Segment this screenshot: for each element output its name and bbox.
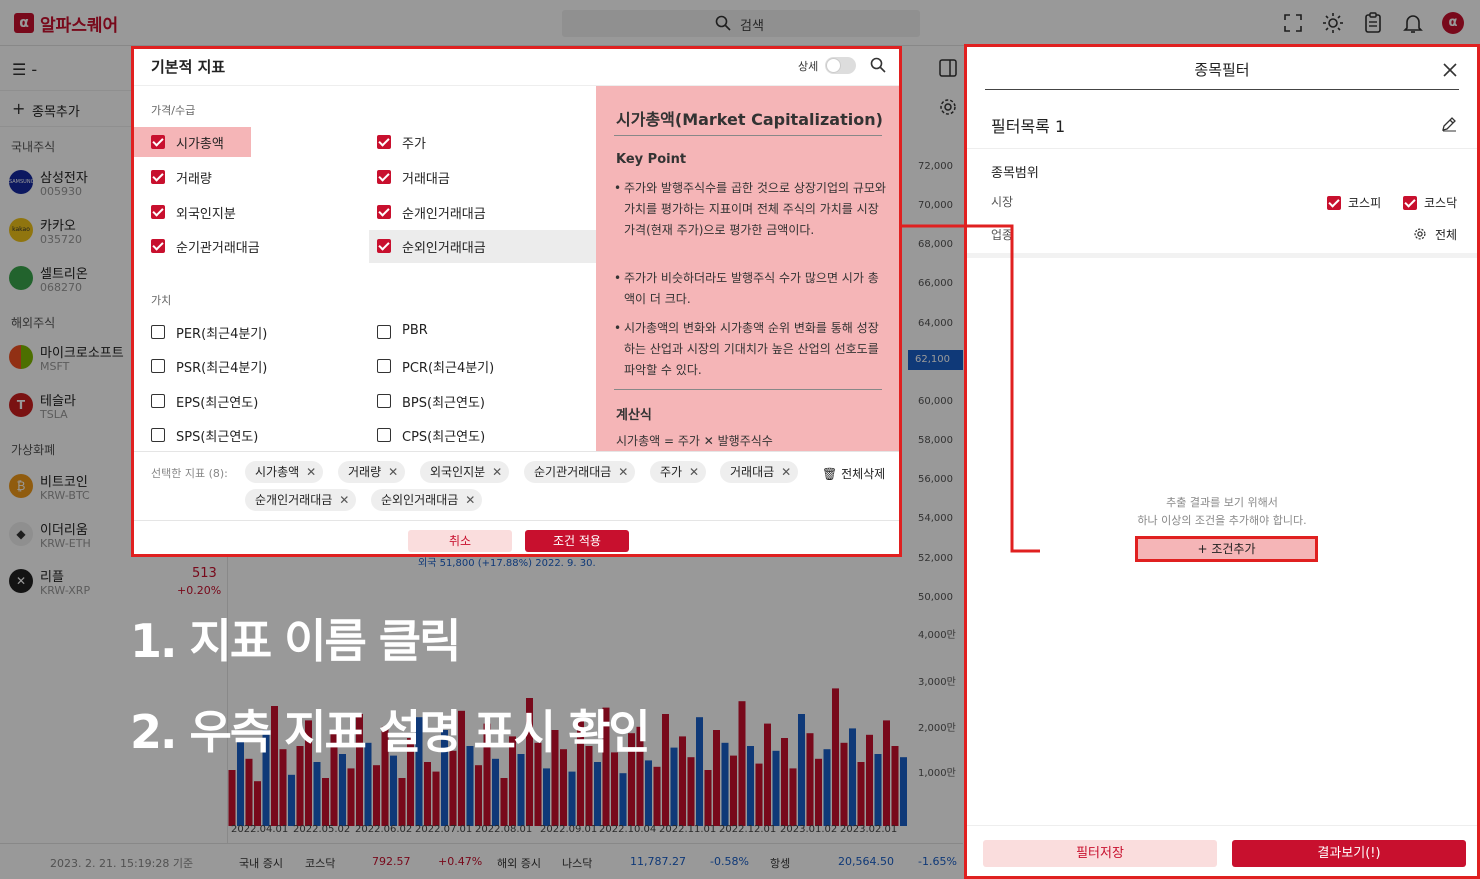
apply-button[interactable]: 조건 적용 [525, 530, 629, 552]
close-icon: ✕ [306, 465, 317, 479]
checkbox[interactable] [377, 394, 391, 408]
market-label: 시장 [991, 195, 1014, 209]
modal-title: 기본적 지표 [151, 58, 226, 76]
close-icon: ✕ [339, 493, 350, 507]
section-value-label: 가치 [151, 294, 172, 307]
checkbox[interactable] [377, 428, 391, 442]
industry-value[interactable]: 전체 [1435, 226, 1457, 243]
close-icon: ✕ [388, 465, 399, 479]
indicator-description-panel: 시가총액(Market Capitalization) Key Point • 주… [596, 86, 899, 451]
close-icon: ✕ [465, 493, 476, 507]
formula-text: 시가총액 = 주가 ✕ 발행주식수 [616, 434, 773, 448]
selected-chip[interactable]: 거래대금 ✕ [720, 461, 799, 483]
key-point-heading: Key Point [616, 152, 687, 167]
checkbox[interactable] [377, 170, 391, 184]
empty-line-2: 하나 이상의 조건을 추가해야 합니다. [1137, 514, 1307, 527]
selected-chip[interactable]: 순기관거래대금 ✕ [524, 461, 636, 483]
checkbox[interactable] [377, 325, 391, 339]
indicator-modal: 기본적 지표 상세 가격/수급 시가총액 주가 거래량 거래대금 외국인지분 순… [131, 46, 902, 557]
search-icon[interactable] [870, 57, 886, 73]
selected-chip[interactable]: 주가 ✕ [650, 461, 707, 483]
checkbox[interactable] [377, 359, 391, 373]
checkbox[interactable] [151, 359, 165, 373]
checkbox[interactable] [377, 135, 391, 149]
scope-title: 종목범위 [991, 166, 1039, 181]
annotation-step-2: 2. 우측 지표 설명 표시 확인 [130, 705, 651, 759]
checkbox[interactable] [151, 239, 165, 253]
description-title: 시가총액(Market Capitalization) [616, 110, 883, 129]
kosdaq-checkbox[interactable] [1403, 196, 1417, 210]
filter-list-name: 필터목록 1 [991, 117, 1066, 136]
empty-line-1: 추출 결과를 보기 위해서 [1166, 496, 1278, 509]
checkbox[interactable] [151, 428, 165, 442]
connector-line [902, 224, 1040, 553]
plus-icon: + [1197, 542, 1212, 556]
kospi-checkbox[interactable] [1327, 196, 1341, 210]
cancel-button[interactable]: 취소 [408, 530, 512, 552]
add-condition-button[interactable]: + 조건추가 [1135, 536, 1318, 562]
checkbox[interactable] [151, 135, 165, 149]
detail-label: 상세 [798, 60, 819, 73]
description-bullet: • 시가총액의 변화와 시가총액 순위 변화를 통해 성장하는 산업과 시장의 기… [614, 321, 879, 377]
detail-toggle[interactable] [825, 57, 856, 74]
kosdaq-label: 코스닥 [1424, 196, 1458, 210]
description-bullet: • 주가와 발행주식수를 곱한 것으로 상장기업의 규모와 가치를 평가하는 지표… [614, 181, 886, 237]
checkbox[interactable] [151, 325, 165, 339]
checkbox[interactable] [151, 170, 165, 184]
formula-heading: 계산식 [616, 408, 652, 423]
stock-filter-panel: 종목필터 필터목록 1 종목범위 시장 코스피 코스닥 업종 전체 추출 결과를… [964, 44, 1480, 879]
edit-pencil-icon[interactable] [1441, 116, 1457, 132]
selected-chip[interactable]: 시가총액 ✕ [245, 461, 324, 483]
selected-chip[interactable]: 순개인거래대금 ✕ [245, 489, 357, 511]
trash-icon: 🗑 [822, 467, 838, 481]
kospi-label: 코스피 [1348, 196, 1382, 210]
checkbox[interactable] [377, 205, 391, 219]
close-icon: ✕ [618, 465, 629, 479]
section-price-label: 가격/수급 [151, 104, 196, 117]
annotation-step-1: 1. 지표 이름 클릭 [130, 614, 461, 668]
description-bullet: • 주가가 비슷하더라도 발행주식 수가 많으면 시가 총액이 더 크다. [614, 271, 879, 306]
filter-title: 종목필터 [1194, 61, 1250, 79]
selected-chip[interactable]: 거래량 ✕ [338, 461, 406, 483]
checkbox[interactable] [151, 394, 165, 408]
selected-chip[interactable]: 순외인거래대금 ✕ [371, 489, 483, 511]
selected-count-label: 선택한 지표 (8): [151, 467, 228, 480]
close-icon: ✕ [781, 465, 792, 479]
clear-all-button[interactable]: 🗑 전체삭제 [822, 465, 885, 482]
close-icon: ✕ [689, 465, 700, 479]
settings-gear-icon[interactable] [1413, 227, 1427, 241]
view-results-button[interactable]: 결과보기(!) [1232, 840, 1466, 867]
close-icon[interactable] [1443, 63, 1457, 77]
checkbox[interactable] [377, 239, 391, 253]
save-filter-button[interactable]: 필터저장 [983, 840, 1217, 867]
close-icon: ✕ [492, 465, 503, 479]
selected-chip[interactable]: 외국인지분 ✕ [420, 461, 510, 483]
checkbox[interactable] [151, 205, 165, 219]
